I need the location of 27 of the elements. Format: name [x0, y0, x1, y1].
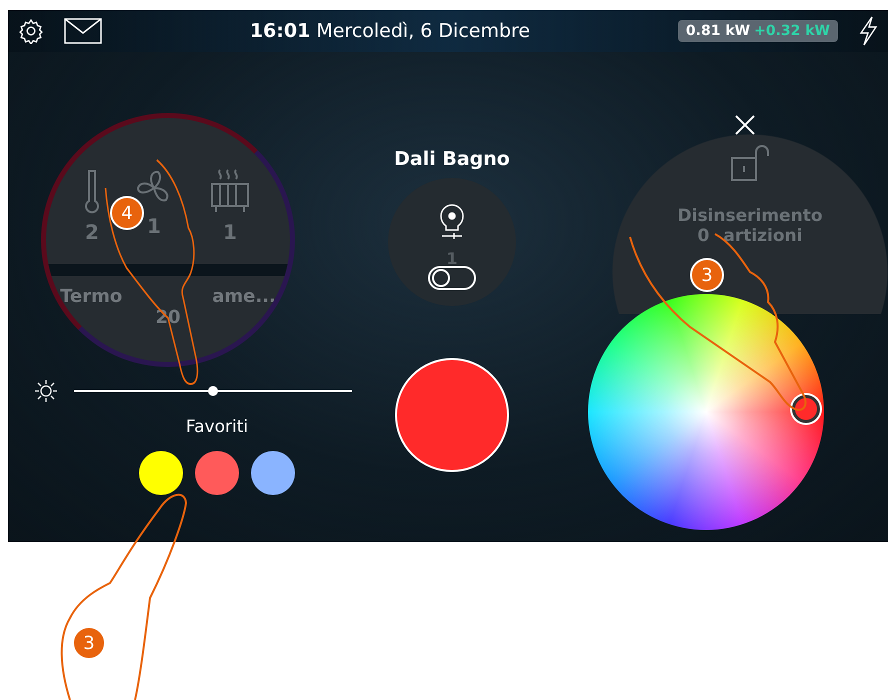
device-count: 1: [223, 220, 237, 244]
favorites-label: Favoriti: [186, 417, 248, 437]
brightness-icon: [34, 379, 58, 403]
favorite-color[interactable]: [195, 451, 239, 495]
thermometer-icon: [84, 168, 100, 214]
date-time: 16:01 Mercoledì, 6 Dicembre: [248, 20, 532, 42]
alarm-subtitle: artizioni: [723, 226, 802, 246]
unlocked-padlock-icon: [730, 144, 770, 182]
lightning-icon[interactable]: [858, 16, 878, 46]
toggle-switch[interactable]: [428, 266, 476, 290]
alarm-subtitle: 0: [698, 226, 710, 246]
mail-icon[interactable]: [64, 18, 102, 44]
step-number: 3: [72, 626, 106, 660]
radiator-icon: [208, 168, 252, 214]
power-reading: 0.81 kW +0.32 kW: [678, 20, 838, 42]
close-button[interactable]: [734, 114, 756, 136]
slider-thumb[interactable]: [208, 386, 218, 396]
alarm-title: Disinserimento: [678, 206, 822, 226]
device-count: 2: [85, 220, 99, 244]
settings-icon[interactable]: [18, 18, 44, 44]
favorite-color[interactable]: [251, 451, 295, 495]
device-count: 1: [147, 214, 161, 238]
light-title: Dali Bagno: [394, 148, 510, 170]
color-picker-handle[interactable]: [792, 395, 820, 423]
widget-title: ame...: [212, 286, 276, 307]
widget-title: Termo: [60, 286, 122, 307]
favorite-color[interactable]: [139, 451, 183, 495]
